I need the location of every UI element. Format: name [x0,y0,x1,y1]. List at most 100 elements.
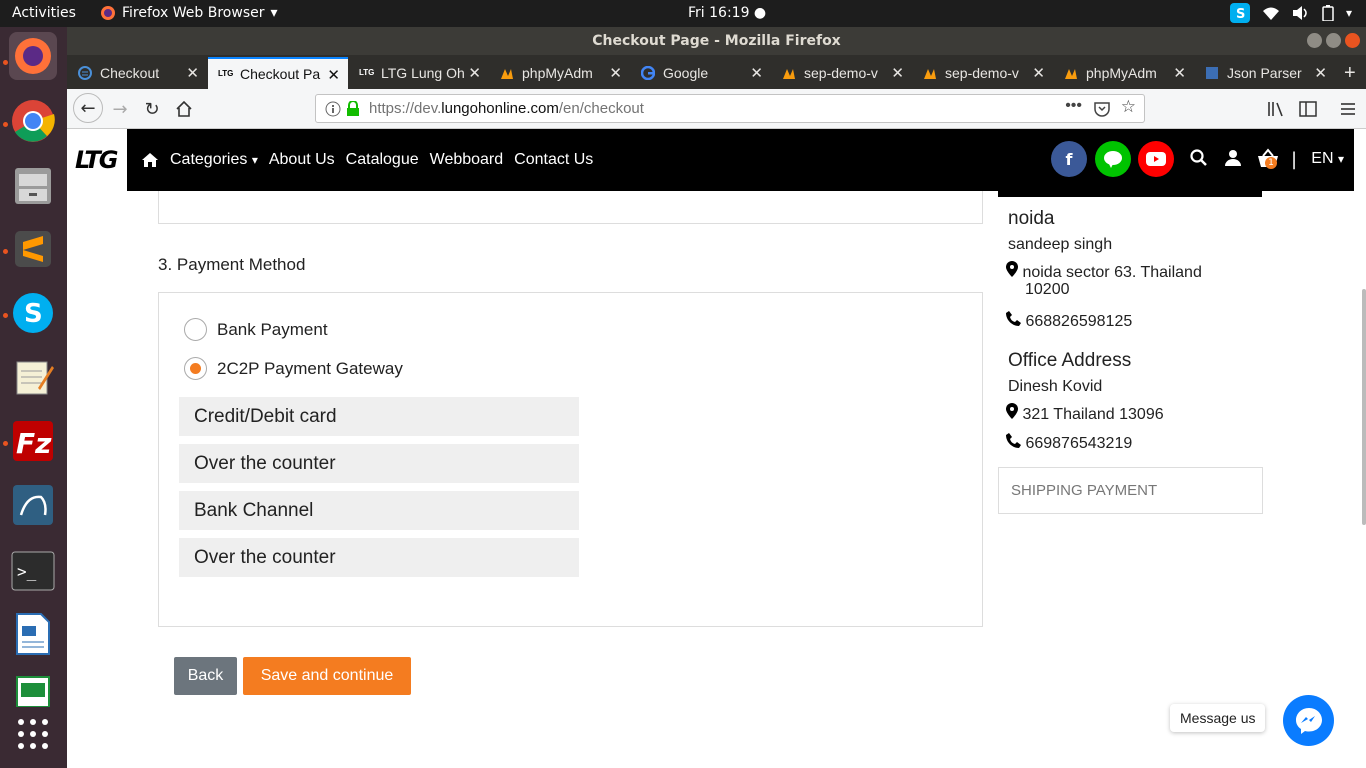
running-indicator [3,441,8,446]
clock[interactable]: Fri 16:19 ● [688,5,766,21]
gateway-option[interactable]: 2C2P Payment Gateway [184,357,403,380]
tab-ltg-lung-oh[interactable]: LTG LTG Lung Oh ✕ [349,57,489,89]
menu-categories[interactable]: Categories ▾ [170,151,258,169]
shipping-address: noida sector 63. Thailand [1006,261,1202,282]
maximize-button[interactable] [1326,33,1341,48]
calc-launcher[interactable] [9,667,57,707]
app-menu[interactable]: Firefox Web Browser ▾ [100,5,278,21]
tab-json-parser[interactable]: Json Parser ✕ [1195,57,1335,89]
navigation-toolbar: ← → ↻ https://dev.lungohonline.com/en/ch… [67,89,1366,129]
chevron-down-icon: ▾ [270,5,278,21]
menu-contact-us[interactable]: Contact Us [514,151,593,169]
reload-button[interactable]: ↻ [139,96,165,122]
close-tab-icon[interactable]: ✕ [186,64,199,82]
activities-button[interactable]: Activities [12,5,76,21]
web-page: LTG Categories ▾ About Us Catalogue Webb… [67,129,1366,768]
messenger-chat-button[interactable] [1283,695,1334,746]
pocket-icon[interactable] [1094,101,1110,117]
system-top-bar: Activities Firefox Web Browser ▾ Fri 16:… [0,0,1366,27]
sidebar-icon[interactable] [1299,101,1317,117]
files-launcher[interactable] [9,161,57,209]
close-tab-icon[interactable]: ✕ [1032,64,1045,82]
user-icon[interactable] [1225,149,1241,166]
wifi-icon [1262,7,1279,20]
page-actions-icon[interactable]: ••• [1065,97,1082,115]
firefox-icon [101,6,115,20]
facebook-icon[interactable]: f [1051,141,1087,177]
close-tab-icon[interactable]: ✕ [891,64,904,82]
menu-webboard[interactable]: Webboard [430,151,504,169]
tab-checkout[interactable]: Checkout ✕ [68,57,207,89]
close-tab-icon[interactable]: ✕ [609,64,622,82]
youtube-icon[interactable] [1138,141,1174,177]
tab-sep-demo-1[interactable]: sep-demo-v ✕ [772,57,912,89]
bookmark-star-icon[interactable]: ☆ [1121,97,1136,117]
url-text: https://dev.lungohonline.com/en/checkout [369,100,644,117]
app-name: Firefox Web Browser [122,5,265,21]
back-nav-button[interactable]: ← [73,93,103,123]
site-logo[interactable]: LTG [75,146,118,174]
close-tab-icon[interactable]: ✕ [1173,64,1186,82]
menu-catalogue[interactable]: Catalogue [346,151,419,169]
back-button[interactable]: Back [174,657,237,695]
writer-launcher[interactable] [9,610,57,658]
search-icon[interactable] [1190,149,1207,166]
json-favicon-icon [1206,67,1218,79]
terminal-launcher[interactable]: >_ [9,547,57,595]
shipping-payment-box[interactable]: SHIPPING PAYMENT [998,467,1263,514]
firefox-launcher[interactable] [9,32,57,80]
tab-checkout-page[interactable]: LTG Checkout Pa ✕ [208,57,348,89]
menu-about-us[interactable]: About Us [269,151,335,169]
option-over-the-counter[interactable]: Over the counter [179,444,579,483]
language-selector[interactable]: EN ▾ [1311,150,1344,168]
sublime-text-icon [15,231,51,267]
forward-nav-button[interactable]: → [107,96,133,122]
library-icon[interactable] [1267,101,1285,117]
site-favicon-icon [78,66,92,80]
window-title-bar[interactable]: Checkout Page - Mozilla Firefox [67,27,1366,55]
arrow-left-icon: ← [80,97,96,119]
close-tab-icon[interactable]: ✕ [468,64,481,82]
bank-payment-radio[interactable] [184,318,207,341]
skype-launcher[interactable]: S [9,289,57,337]
reload-icon: ↻ [144,98,160,120]
message-us-label[interactable]: Message us [1170,704,1266,732]
chrome-launcher[interactable] [9,97,57,145]
gateway-radio[interactable] [184,357,207,380]
phone-icon [1006,311,1021,326]
tab-strip: Checkout ✕ LTG Checkout Pa ✕ LTG LTG Lun… [67,55,1366,89]
mysql-workbench-launcher[interactable] [9,481,57,529]
text-editor-launcher[interactable] [9,353,57,401]
filezilla-launcher[interactable]: Fz [9,417,57,465]
phone-icon [1006,433,1021,448]
sublime-launcher[interactable] [9,225,57,273]
home-icon[interactable] [141,152,159,168]
new-tab-button[interactable]: + [1338,57,1366,89]
close-window-button[interactable] [1345,33,1360,48]
url-bar[interactable]: https://dev.lungohonline.com/en/checkout… [315,94,1145,123]
option-bank-channel[interactable]: Bank Channel [179,491,579,530]
home-button[interactable] [171,96,197,122]
close-tab-icon[interactable]: ✕ [327,66,340,84]
payment-method-title: 3. Payment Method [158,255,306,274]
save-and-continue-button[interactable]: Save and continue [243,657,411,695]
system-tray[interactable]: S ▾ [1229,3,1352,23]
cart-button[interactable]: 1 [1257,148,1279,172]
bank-payment-option[interactable]: Bank Payment [184,318,328,341]
option-over-the-counter-2[interactable]: Over the counter [179,538,579,577]
minimize-button[interactable] [1307,33,1322,48]
firefox-icon [15,38,51,74]
show-applications-button[interactable] [9,710,57,758]
volume-icon [1292,6,1307,20]
page-scrollbar[interactable] [1362,289,1366,525]
tab-phpmyadmin-1[interactable]: phpMyAdm ✕ [490,57,630,89]
line-icon[interactable] [1095,141,1131,177]
bank-payment-label: Bank Payment [217,319,328,339]
close-tab-icon[interactable]: ✕ [750,64,763,82]
option-credit-debit-card[interactable]: Credit/Debit card [179,397,579,436]
tab-sep-demo-2[interactable]: sep-demo-v ✕ [913,57,1053,89]
close-tab-icon[interactable]: ✕ [1314,64,1327,82]
tab-google[interactable]: Google ✕ [631,57,771,89]
hamburger-menu-icon[interactable] [1340,101,1356,117]
tab-phpmyadmin-2[interactable]: phpMyAdm ✕ [1054,57,1194,89]
